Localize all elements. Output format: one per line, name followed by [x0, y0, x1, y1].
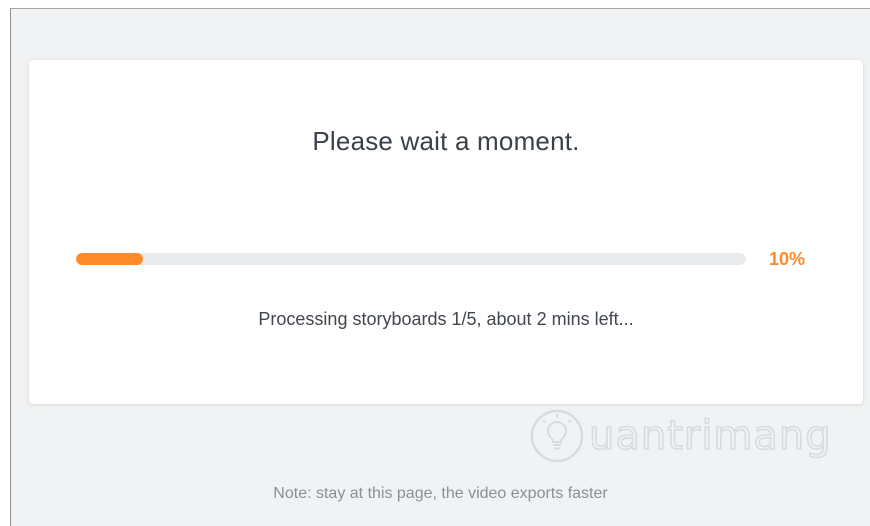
page-title: Please wait a moment.	[312, 126, 580, 156]
progress-bar-fill	[76, 253, 143, 265]
status-text: Processing storyboards 1/5, about 2 mins…	[258, 309, 634, 329]
watermark-text: uantrimang	[588, 413, 832, 459]
watermark: uantrimang	[529, 401, 832, 471]
progress-percent: 10%	[769, 249, 806, 269]
footer-note: Note: stay at this page, the video expor…	[273, 485, 608, 502]
progress-card: Please wait a moment. 10% Processing sto…	[29, 60, 863, 404]
page-background: Please wait a moment. 10% Processing sto…	[10, 8, 870, 526]
progress-bar	[76, 253, 746, 265]
lightbulb-icon	[530, 409, 584, 463]
